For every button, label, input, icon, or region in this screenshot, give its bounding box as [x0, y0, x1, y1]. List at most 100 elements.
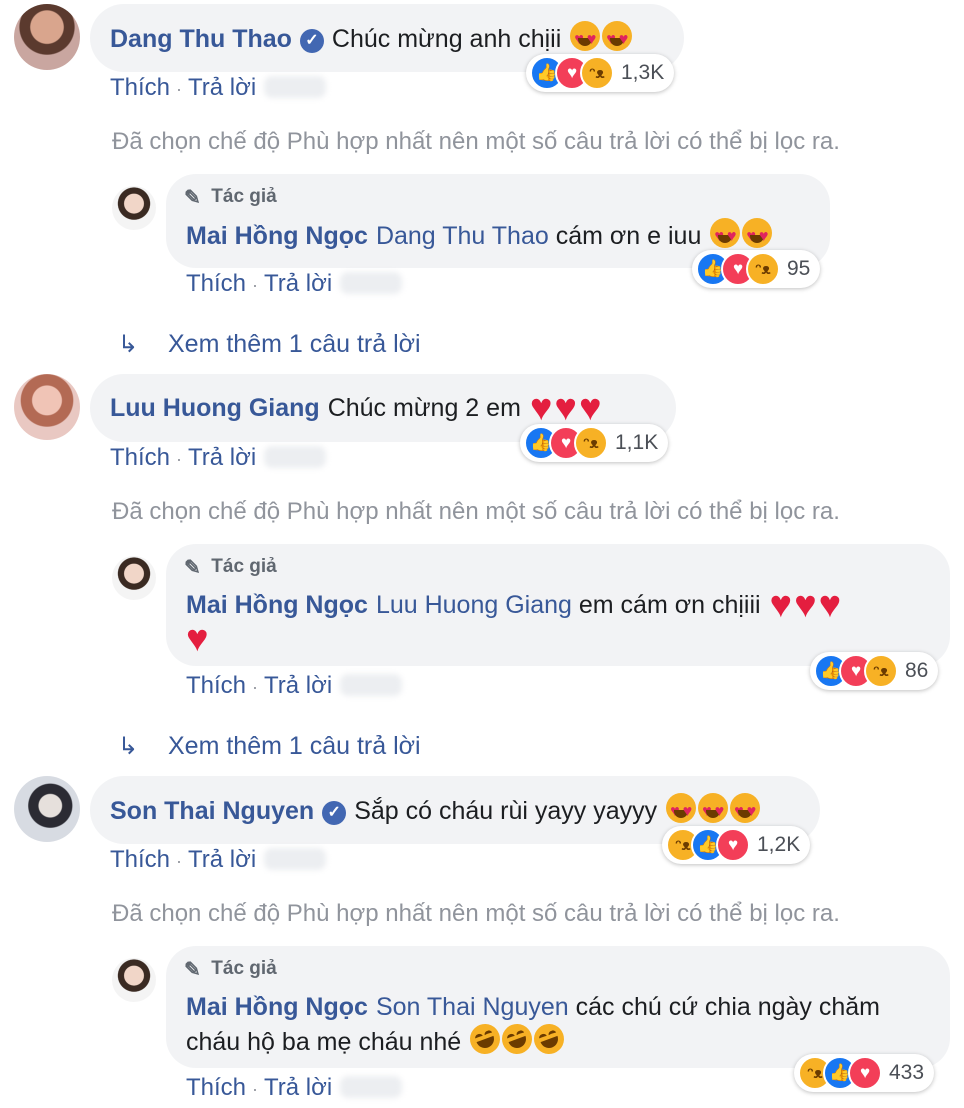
- reaction-count: 1,2K: [757, 833, 801, 856]
- heart-eyes-icon: [730, 793, 761, 829]
- reply-text-line2: cháu hộ ba mẹ cháu nhé: [186, 1028, 462, 1056]
- reaction-summary[interactable]: 👍 ♥ ᵔᴥ 86: [810, 652, 939, 690]
- reply-text-line1: các chú cứ chia ngày chăm: [575, 993, 881, 1021]
- reply-author-name[interactable]: Mai Hồng Ngọc: [186, 222, 368, 250]
- separator: ·: [252, 1079, 259, 1099]
- like-link[interactable]: Thích: [110, 74, 170, 101]
- filter-notice: Đã chọn chế độ Phù hợp nhất nên một số c…: [112, 498, 840, 525]
- reaction-summary[interactable]: 👍 ♥ ᵔᴥ 95: [692, 250, 821, 288]
- reply-link[interactable]: Trả lời: [264, 672, 332, 699]
- reply-link[interactable]: Trả lời: [188, 846, 256, 873]
- reaction-count: 1,3K: [621, 61, 665, 84]
- reply-text: cám ơn e iuu: [555, 222, 702, 250]
- like-link[interactable]: Thích: [186, 270, 246, 297]
- timestamp-blurred: [340, 674, 403, 696]
- heart-icon: ♥: [794, 584, 817, 626]
- like-link[interactable]: Thích: [110, 846, 170, 873]
- like-link[interactable]: Thích: [186, 1074, 246, 1101]
- avatar-mai-hong-ngoc[interactable]: [112, 556, 156, 600]
- pencil-icon: ✎: [184, 557, 201, 579]
- comment-actions: Thích · Trả lời: [110, 846, 327, 874]
- reaction-count: 86: [905, 659, 929, 682]
- filter-notice: Đã chọn chế độ Phù hợp nhất nên một số c…: [112, 128, 840, 155]
- heart-icon: ♥: [554, 387, 577, 429]
- view-more-replies[interactable]: ↳ Xem thêm 1 câu trả lời: [118, 732, 421, 761]
- heart-eyes-icon: [570, 21, 601, 57]
- like-link[interactable]: Thích: [186, 672, 246, 699]
- reaction-summary[interactable]: 👍 ♥ ᵔᴥ 1,3K: [526, 54, 675, 92]
- like-link[interactable]: Thích: [110, 444, 170, 471]
- reply-actions: Thích · Trả lời: [186, 672, 403, 700]
- reply-arrow-icon: ↳: [118, 331, 139, 358]
- mention-tag[interactable]: Son Thai Nguyen: [376, 993, 569, 1021]
- reply-actions: Thích · Trả lời: [186, 270, 403, 298]
- reaction-count: 433: [889, 1061, 925, 1084]
- mention-tag[interactable]: Dang Thu Thao: [376, 222, 549, 250]
- reply-link[interactable]: Trả lời: [188, 74, 256, 101]
- comment-text: Chúc mừng 2 em: [327, 394, 521, 422]
- separator: ·: [252, 677, 259, 697]
- separator: ·: [252, 275, 259, 295]
- reply-actions: Thích · Trả lời: [186, 1074, 403, 1102]
- reaction-summary[interactable]: ᵔᴥ 👍 ♥ 1,2K: [662, 826, 811, 864]
- rofl-icon: [465, 1019, 505, 1059]
- separator: ·: [176, 79, 183, 99]
- reply-author-name[interactable]: Mai Hồng Ngọc: [186, 591, 368, 619]
- avatar-dang-thu-thao[interactable]: [14, 4, 80, 70]
- reply-bubble: ✎ Tác giả Mai Hồng Ngọc Son Thai Nguyen c…: [166, 946, 950, 1068]
- heart-icon: ♥: [769, 584, 793, 626]
- author-badge: Tác giả: [211, 186, 277, 207]
- heart-eyes-icon: [698, 793, 729, 829]
- haha-reaction-icon: ᵔᴥ: [574, 426, 608, 460]
- reaction-summary[interactable]: ᵔᴥ 👍 ♥ 433: [794, 1054, 935, 1092]
- avatar-son-thai-nguyen[interactable]: [14, 776, 80, 842]
- reply-link[interactable]: Trả lời: [188, 444, 256, 471]
- reaction-count: 1,1K: [615, 431, 659, 454]
- comment-actions: Thích · Trả lời: [110, 74, 327, 102]
- commenter-name[interactable]: Luu Huong Giang: [110, 394, 320, 422]
- separator: ·: [176, 851, 183, 871]
- commenter-name[interactable]: Son Thai Nguyen: [110, 797, 314, 825]
- reaction-count: 95: [787, 257, 811, 280]
- heart-icon: ♥: [578, 387, 602, 429]
- avatar-mai-hong-ngoc[interactable]: [112, 958, 156, 1002]
- timestamp-blurred: [264, 76, 327, 98]
- rofl-icon: [529, 1019, 569, 1059]
- comment-text: Sắp có cháu rùi yayy yayyy: [354, 797, 658, 825]
- haha-reaction-icon: ᵔᴥ: [746, 252, 780, 286]
- commenter-name[interactable]: Dang Thu Thao: [110, 25, 292, 53]
- reply-link[interactable]: Trả lời: [264, 1074, 332, 1101]
- separator: ·: [176, 449, 183, 469]
- rofl-icon: [497, 1019, 537, 1059]
- verified-badge-icon: ✓: [299, 29, 324, 53]
- reply-author-name[interactable]: Mai Hồng Ngọc: [186, 993, 368, 1021]
- view-more-replies[interactable]: ↳ Xem thêm 1 câu trả lời: [118, 330, 421, 359]
- heart-icon: ♥: [529, 387, 553, 429]
- view-more-label: Xem thêm 1 câu trả lời: [168, 732, 421, 760]
- view-more-label: Xem thêm 1 câu trả lời: [168, 330, 421, 358]
- reply-bubble: ✎ Tác giả Mai Hồng Ngọc Luu Huong Giang e…: [166, 544, 950, 666]
- reply-link[interactable]: Trả lời: [264, 270, 332, 297]
- heart-icon: ♥: [186, 618, 209, 660]
- heart-eyes-icon: [602, 21, 633, 57]
- comment-actions: Thích · Trả lời: [110, 444, 327, 472]
- filter-notice: Đã chọn chế độ Phù hợp nhất nên một số c…: [112, 900, 840, 927]
- heart-eyes-icon: [666, 793, 697, 829]
- timestamp-blurred: [264, 446, 327, 468]
- haha-reaction-icon: ᵔᴥ: [580, 56, 614, 90]
- mention-tag[interactable]: Luu Huong Giang: [376, 591, 572, 619]
- pencil-icon: ✎: [184, 959, 201, 981]
- comment-text: Chúc mừng anh chịii: [331, 25, 562, 53]
- haha-reaction-icon: ᵔᴥ: [864, 654, 898, 688]
- pencil-icon: ✎: [184, 187, 201, 209]
- heart-eyes-icon: [710, 218, 741, 254]
- reaction-summary[interactable]: 👍 ♥ ᵔᴥ 1,1K: [520, 424, 669, 462]
- avatar-mai-hong-ngoc[interactable]: [112, 186, 156, 230]
- love-reaction-icon: ♥: [716, 828, 750, 862]
- love-reaction-icon: ♥: [848, 1056, 882, 1090]
- verified-badge-icon: ✓: [322, 801, 347, 825]
- reply-arrow-icon: ↳: [118, 733, 139, 760]
- avatar-luu-huong-giang[interactable]: [14, 374, 80, 440]
- author-badge: Tác giả: [211, 556, 277, 577]
- heart-eyes-icon: [742, 218, 773, 254]
